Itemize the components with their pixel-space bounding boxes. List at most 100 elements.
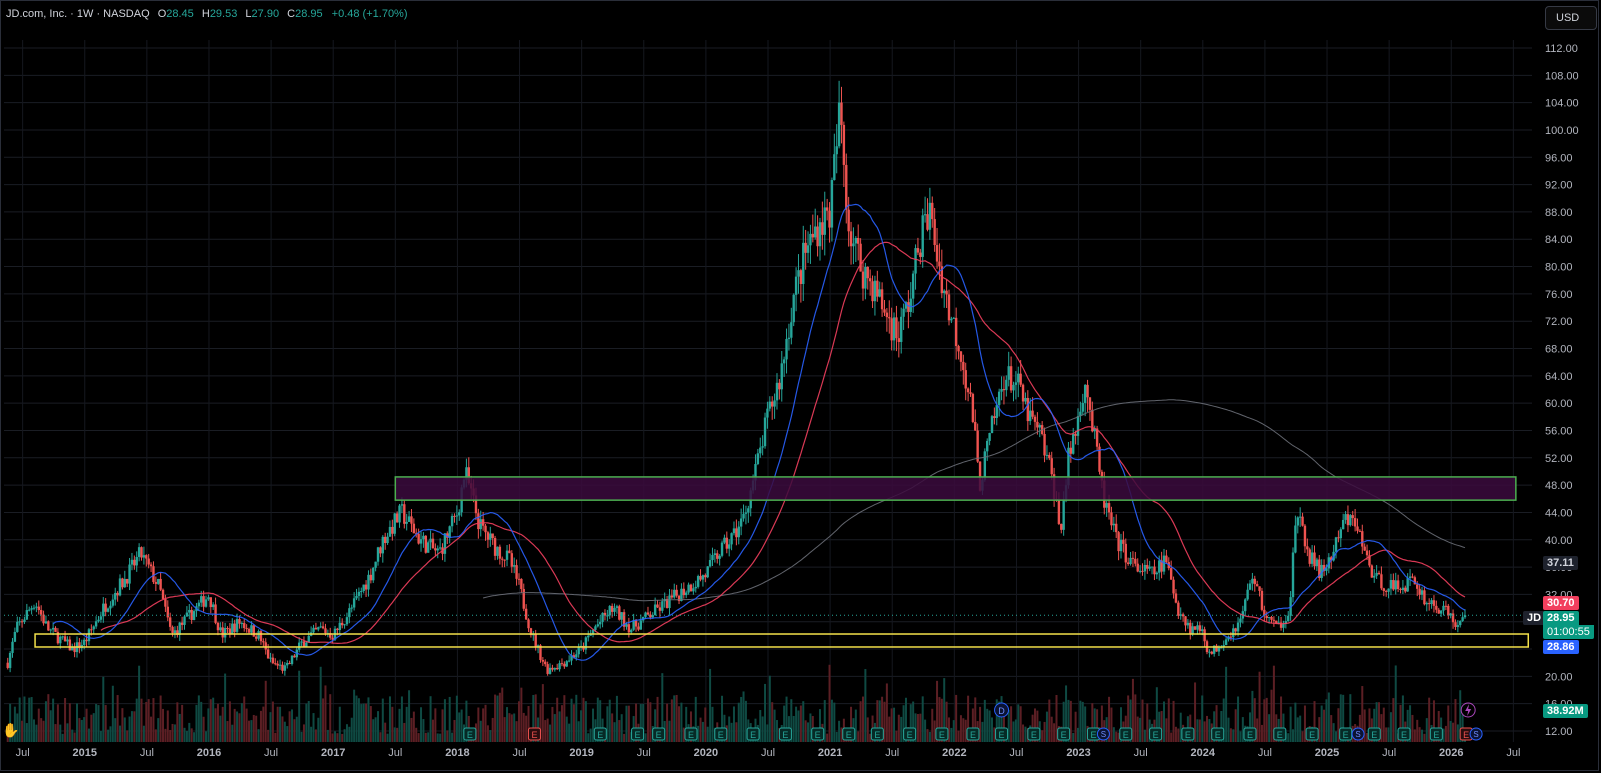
x-tick-label: 2024 [1191,747,1216,759]
volume-bar [49,710,52,742]
volume-bar [54,724,57,742]
volume-bar [322,698,325,742]
x-tick-label: Jul [1258,747,1272,759]
volume-bar [510,714,513,742]
volume-bar [391,706,394,742]
volume-bar [577,721,580,742]
candle-body [1425,603,1428,605]
candle-body [319,626,322,628]
candle-body [742,513,745,519]
candle-body [546,664,549,674]
volume-bar [988,710,991,742]
price-chart[interactable]: 12.0016.0020.0024.0028.0032.0036.0040.00… [0,0,1601,773]
candle-body [1036,421,1039,428]
candle-body [68,639,72,651]
candle-body [730,533,733,545]
candle-body [708,560,712,567]
candle-body [35,606,38,608]
volume-bar [1017,704,1020,742]
volume-bar [986,708,989,742]
candle-body [1298,516,1302,518]
volume-bar [274,732,277,742]
candle-body [1045,454,1049,456]
volume-bar [1325,699,1328,742]
volume-bar [1141,699,1144,742]
x-tick-label: 2017 [321,747,345,759]
candle-body [840,102,843,125]
candle-body [111,599,115,606]
candle-body [966,388,970,393]
currency-button[interactable]: USD [1545,6,1597,30]
candle-body [668,595,671,609]
volume-bar [1019,706,1022,742]
candle-body [950,318,953,321]
volume-bar [646,698,649,742]
candle-body [687,584,690,593]
candle-body [63,636,67,642]
volume-bar [835,731,838,742]
candle-body [782,359,786,364]
volume-bar [613,722,616,742]
volume-bar [484,704,487,742]
candle-body [362,584,365,592]
candle-body [835,146,838,155]
volume-bar [773,709,776,742]
volume-bar [152,698,155,742]
candle-body [1017,373,1020,383]
volume-bar [417,733,420,742]
candle-body [300,641,303,643]
candle-body [868,278,872,282]
candle-body [312,627,315,633]
volume-bar [377,711,380,742]
candle-body [166,606,169,618]
candle-body [1038,425,1041,428]
volume-bar [1084,706,1087,742]
volume-bar [357,698,360,742]
candle-body [1303,525,1307,547]
candle-body [723,537,726,543]
candle-body [106,608,110,612]
volume-bar [269,712,272,742]
earnings-marker: E [1123,730,1129,740]
candle-body [560,663,564,665]
candle-body [348,608,351,618]
volume-bar [680,702,683,742]
candle-body [168,617,172,627]
candle-body [221,627,224,638]
dividend-marker-letter: D [998,706,1005,716]
candle-body [1007,366,1010,380]
candle-body [914,248,917,274]
volume-bar [128,716,131,742]
volume-bar [709,668,712,742]
candle-body [694,586,697,589]
high-label: H [201,8,210,20]
candle-body [639,620,643,630]
volume-bar [310,726,313,742]
volume-bar [44,701,47,742]
earnings-marker: E [1277,730,1283,740]
volume-bar [675,694,678,742]
candle-body [419,539,423,544]
volume-bar [107,729,110,742]
hand-cursor-icon[interactable]: ✋ [2,722,20,740]
volume-bar [216,703,219,742]
candle-body [297,642,301,650]
volume-bar [369,706,372,742]
candle-body [756,453,760,465]
volume-bar [802,701,805,742]
symbol-header: JD.com, Inc. · 1W · NASDAQ O28.45 H29.53… [6,8,408,20]
candle-body [1341,519,1345,530]
candle-body [1315,559,1319,567]
volume-bar [1413,729,1416,742]
candle-body [1074,433,1077,436]
candle-body [744,512,748,514]
volume-bar [97,705,100,742]
y-tick-label: 100.00 [1545,125,1579,137]
candle-body [109,605,112,609]
close-label: C [287,8,296,20]
candle-body [398,505,401,523]
volume-bar [298,670,301,742]
volume-bar [1208,719,1211,742]
volume-bar [365,703,368,742]
volume-bar [565,716,568,742]
